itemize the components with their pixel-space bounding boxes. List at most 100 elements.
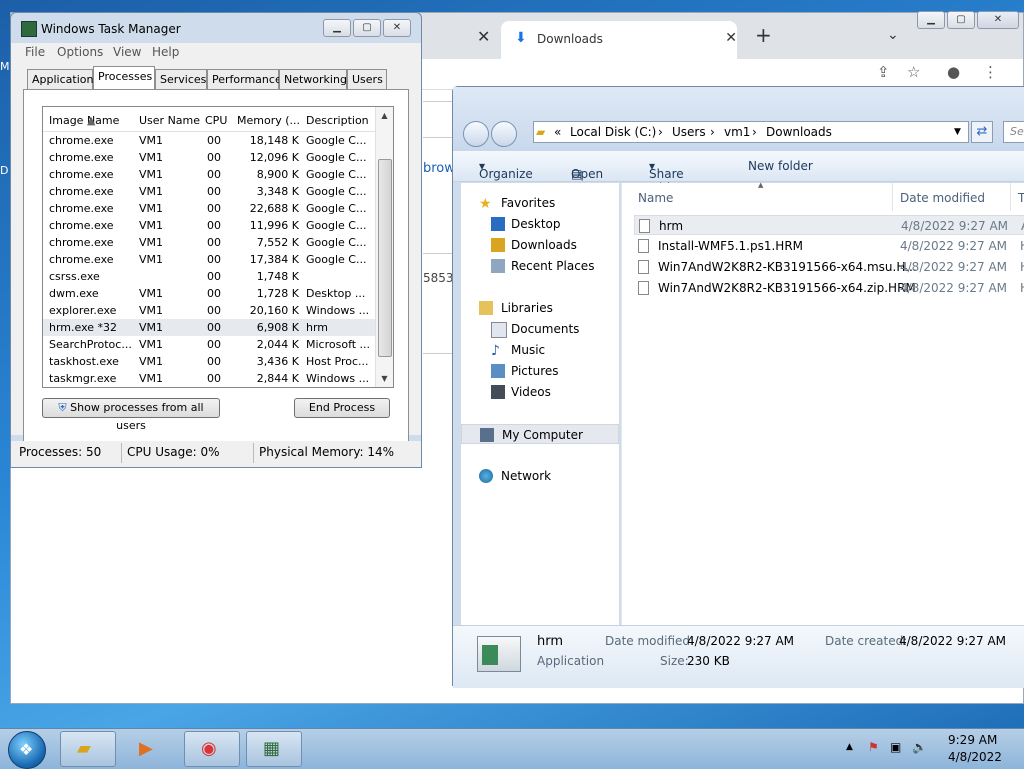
minimize-button[interactable]: ▁: [323, 19, 351, 37]
table-row[interactable]: explorer.exe VM1 00 20,160 K Windows ...: [43, 302, 378, 319]
breadcrumb-local-disk[interactable]: Local Disk (C:): [570, 125, 656, 139]
star-icon[interactable]: ☆: [907, 63, 920, 81]
column-user-name[interactable]: User Name: [139, 114, 200, 127]
title-bar[interactable]: Windows Task Manager ▁ ▢ ✕: [11, 13, 421, 43]
breadcrumb-downloads[interactable]: Downloads: [766, 125, 832, 139]
column-image-name[interactable]: Image Name: [49, 114, 119, 127]
divider[interactable]: [892, 183, 893, 211]
new-tab-button[interactable]: +: [755, 23, 772, 47]
network-icon[interactable]: ▣: [890, 740, 901, 754]
nav-pictures[interactable]: Pictures: [461, 361, 619, 381]
list-item[interactable]: hrm4/8/2022 9:27 AMA: [634, 215, 1024, 235]
forward-button[interactable]: [491, 121, 517, 147]
column-description[interactable]: Description: [306, 114, 369, 127]
address-bar[interactable]: ▰ « Local Disk (C:) › Users › vm1 › Down…: [533, 121, 969, 143]
column-memory[interactable]: Memory (...: [237, 114, 300, 127]
tab-applications[interactable]: Applications: [27, 69, 99, 89]
chevron-down-icon[interactable]: ⌄: [887, 27, 899, 43]
table-row[interactable]: csrss.exe 00 1,748 K: [43, 268, 378, 285]
maximize-button[interactable]: ▢: [947, 11, 975, 29]
breadcrumb-vm1[interactable]: vm1: [724, 125, 750, 139]
list-item[interactable]: Win7AndW2K8R2-KB3191566-x64.msu.H... 4/8/…: [634, 257, 1024, 277]
start-button[interactable]: ❖: [8, 731, 46, 769]
profile-icon[interactable]: ●: [947, 63, 960, 81]
table-row[interactable]: chrome.exe VM1 00 17,384 K Google C...: [43, 251, 378, 268]
search-input[interactable]: Se: [1003, 121, 1024, 143]
minimize-button[interactable]: ▁: [917, 11, 945, 29]
nav-videos[interactable]: Videos: [461, 382, 619, 402]
close-tab-icon[interactable]: ✕: [477, 27, 490, 46]
table-row[interactable]: hrm.exe *32 VM1 00 6,908 K hrm: [43, 319, 378, 336]
menu-view[interactable]: View: [113, 45, 141, 59]
share-icon[interactable]: ⇪: [877, 63, 890, 81]
process-list[interactable]: Image Name ▲ User Name CPU Memory (... D…: [42, 106, 394, 388]
nav-desktop[interactable]: Desktop: [461, 214, 619, 234]
chevron-right-icon[interactable]: ›: [658, 125, 663, 139]
table-row[interactable]: chrome.exe VM1 00 11,996 K Google C...: [43, 217, 378, 234]
clock-date[interactable]: 4/8/2022: [948, 750, 1002, 764]
list-item[interactable]: Install-WMF5.1.ps1.HRM 4/8/2022 9:27 AM H: [634, 236, 1024, 256]
table-row[interactable]: chrome.exe VM1 00 12,096 K Google C...: [43, 149, 378, 166]
column-cpu[interactable]: CPU: [205, 114, 227, 127]
maximize-button[interactable]: ▢: [353, 19, 381, 37]
table-row[interactable]: dwm.exe VM1 00 1,728 K Desktop ...: [43, 285, 378, 302]
end-process-button[interactable]: End Process: [294, 398, 390, 418]
scroll-thumb[interactable]: [378, 159, 392, 357]
chevron-right-icon[interactable]: ›: [752, 125, 757, 139]
chevron-up-icon[interactable]: ▲: [846, 742, 853, 752]
clock-time[interactable]: 9:29 AM: [948, 733, 997, 747]
tab-services[interactable]: Services: [155, 69, 207, 89]
refresh-button[interactable]: ⇄: [971, 121, 993, 143]
divider[interactable]: [1010, 183, 1011, 211]
show-all-processes-button[interactable]: ⛨ Show processes from all users: [42, 398, 220, 432]
share-with-button[interactable]: Share with ▾: [649, 159, 684, 195]
taskbar-media-player[interactable]: ▶: [122, 731, 178, 767]
nav-documents[interactable]: Documents: [461, 319, 619, 339]
menu-icon[interactable]: ⋮: [983, 63, 998, 81]
menu-options[interactable]: Options: [57, 45, 103, 59]
back-button[interactable]: [463, 121, 489, 147]
chevron-down-icon[interactable]: ▼: [954, 127, 961, 137]
close-button[interactable]: ✕: [383, 19, 411, 37]
table-row[interactable]: taskhost.exe VM1 00 3,436 K Host Proc...: [43, 353, 378, 370]
list-item[interactable]: Win7AndW2K8R2-KB3191566-x64.zip.HRM 4/8/2…: [634, 278, 1024, 298]
nav-network[interactable]: Network: [461, 466, 619, 486]
table-row[interactable]: chrome.exe VM1 00 22,688 K Google C...: [43, 200, 378, 217]
tab-networking[interactable]: Networking: [279, 69, 347, 89]
tab-downloads[interactable]: ⬇ Downloads ✕: [501, 21, 737, 59]
close-button[interactable]: ✕: [977, 11, 1019, 29]
tab-performance[interactable]: Performance: [207, 69, 282, 89]
nav-libraries[interactable]: Libraries: [461, 298, 619, 318]
menu-file[interactable]: File: [25, 45, 45, 59]
table-row[interactable]: chrome.exe VM1 00 3,348 K Google C...: [43, 183, 378, 200]
tab-processes[interactable]: Processes: [93, 66, 155, 90]
menu-help[interactable]: Help: [152, 45, 179, 59]
nav-my-computer[interactable]: My Computer: [461, 424, 619, 444]
chevron-right-icon[interactable]: ›: [710, 125, 715, 139]
scrollbar[interactable]: ▲ ▼: [375, 107, 393, 387]
volume-icon[interactable]: 🔈: [912, 740, 927, 754]
action-center-icon[interactable]: ⚑: [868, 740, 879, 754]
table-row[interactable]: SearchProtoc... VM1 00 2,044 K Microsoft ...: [43, 336, 378, 353]
page-link[interactable]: brow: [423, 161, 455, 176]
nav-recent-places[interactable]: Recent Places: [461, 256, 619, 276]
table-row[interactable]: chrome.exe VM1 00 7,552 K Google C...: [43, 234, 378, 251]
taskbar-chrome[interactable]: ◉: [184, 731, 240, 767]
table-row[interactable]: chrome.exe VM1 00 18,148 K Google C...: [43, 132, 378, 149]
taskbar-explorer[interactable]: ▰: [60, 731, 116, 767]
table-row[interactable]: taskmgr.exe VM1 00 2,844 K Windows ...: [43, 370, 378, 387]
details-created-label: Date created:: [825, 634, 908, 648]
scroll-down-icon[interactable]: ▼: [376, 370, 393, 387]
table-row[interactable]: chrome.exe VM1 00 8,900 K Google C...: [43, 166, 378, 183]
organize-button[interactable]: Organize ▾: [479, 159, 533, 181]
tab-users[interactable]: Users: [347, 69, 387, 89]
breadcrumb-users[interactable]: Users: [672, 125, 706, 139]
taskbar-task-manager[interactable]: ▦: [246, 731, 302, 767]
nav-downloads[interactable]: Downloads: [461, 235, 619, 255]
new-folder-button[interactable]: New folder: [748, 159, 813, 173]
close-tab-icon[interactable]: ✕: [725, 30, 737, 46]
nav-music[interactable]: ♪ Music: [461, 340, 619, 360]
scroll-up-icon[interactable]: ▲: [376, 107, 393, 124]
breadcrumb-prefix[interactable]: «: [554, 125, 561, 139]
nav-favorites[interactable]: ★ Favorites: [461, 193, 619, 213]
